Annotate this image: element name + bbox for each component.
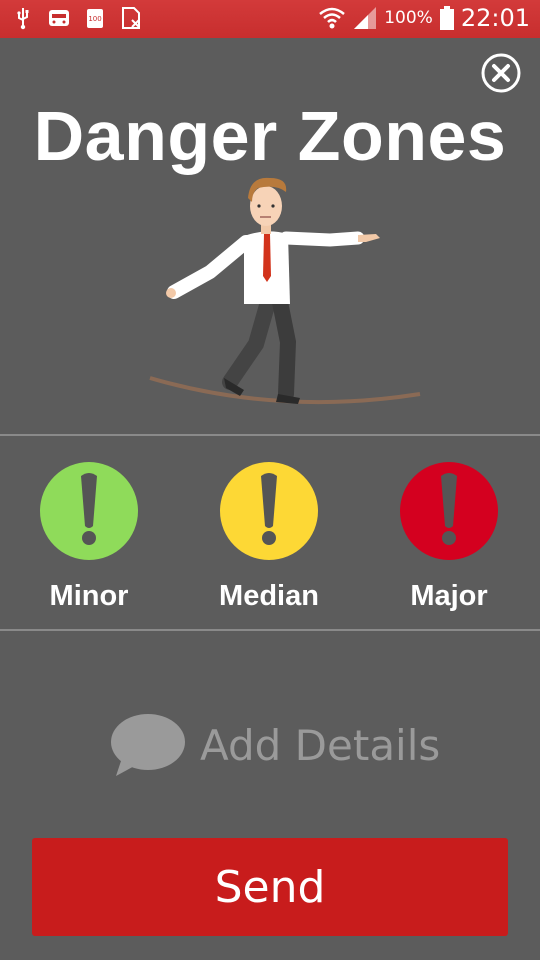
median-circle <box>220 462 318 560</box>
tightrope-walker-illustration <box>149 177 421 405</box>
send-button[interactable]: Send <box>32 838 508 936</box>
clock: 22:01 <box>460 4 530 32</box>
close-icon[interactable] <box>480 52 522 94</box>
battery-icon <box>439 6 454 30</box>
page-title: Danger Zones <box>33 97 507 175</box>
usb-icon <box>17 8 29 30</box>
severity-median[interactable]: Median <box>199 462 339 613</box>
severity-minor[interactable]: Minor <box>19 462 159 613</box>
status-bar-right: 100% 22:01 <box>318 4 530 32</box>
divider-bottom <box>0 629 540 631</box>
add-details-placeholder: Add Details <box>200 720 441 770</box>
exclamation-icon <box>81 473 97 545</box>
wifi-icon <box>319 7 346 29</box>
sim-icon <box>122 7 140 29</box>
severity-label-median: Median <box>219 580 319 612</box>
minor-circle <box>40 462 138 560</box>
add-details-field[interactable]: Add Details <box>110 710 440 780</box>
svg-text:100: 100 <box>88 15 101 23</box>
status-bar: 100 100% 22:01 <box>0 0 540 38</box>
battery-saver-icon: 100 <box>87 9 103 28</box>
battery-percent: 100% <box>384 8 433 28</box>
exclamation-icon <box>261 473 277 545</box>
notification-icon <box>49 10 69 26</box>
severity-major[interactable]: Major <box>379 462 519 613</box>
chat-bubble-icon <box>111 714 185 776</box>
severity-label-major: Major <box>410 580 488 612</box>
severity-label-minor: Minor <box>49 580 129 612</box>
signal-icon <box>354 7 377 29</box>
exclamation-icon <box>441 473 457 545</box>
divider-top <box>0 434 540 436</box>
major-circle <box>400 462 498 560</box>
status-bar-left: 100 <box>12 6 142 30</box>
